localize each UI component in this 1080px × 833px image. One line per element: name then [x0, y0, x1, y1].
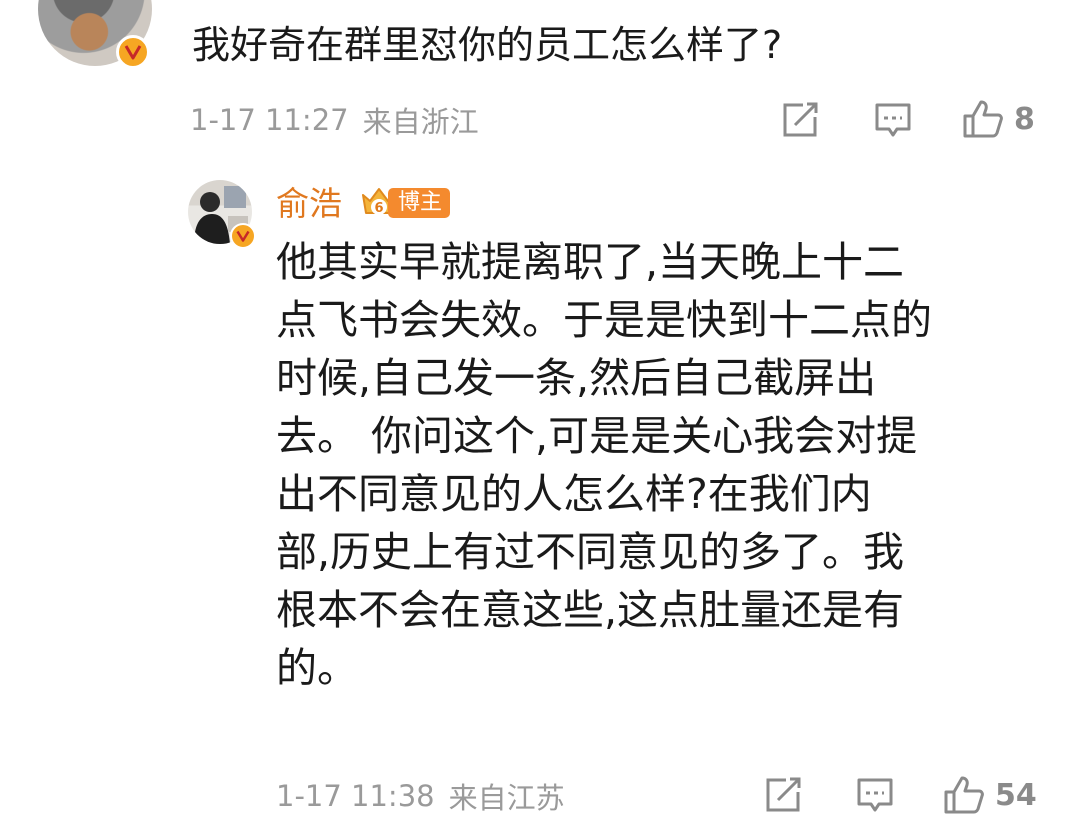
comment-text: 我好奇在群里怼你的员工怎么样了?	[192, 23, 783, 67]
thumbs-up-icon	[963, 100, 1003, 138]
reply-line: 点飞书会失效。于是是快到十二点的	[276, 296, 932, 344]
comment-button[interactable]	[873, 101, 913, 141]
reply-line: 他其实早就提离职了,当天晚上十二	[276, 238, 905, 286]
reply-location: 来自江苏	[448, 781, 565, 815]
reply-line: 部,历史上有过不同意见的多了。我	[276, 528, 905, 576]
share-button[interactable]	[764, 776, 804, 814]
reply-line: 出不同意见的人怎么样?在我们内	[276, 470, 872, 518]
comment-location: 来自浙江	[362, 105, 479, 139]
author-tag: 博主	[388, 188, 451, 218]
comment-time: 1-17 11:27	[190, 103, 349, 137]
reply-line: 时候,自己发一条,然后自己截屏出	[276, 354, 877, 402]
like-count: 8	[1014, 101, 1035, 137]
reply-line: 根本不会在意这些,这点肚量还是有	[276, 586, 905, 634]
reply-line: 的。	[276, 644, 358, 692]
share-icon	[766, 777, 801, 812]
reply-text: 他其实早就提离职了,当天晚上十二 点飞书会失效。于是是快到十二点的 时候,自己发…	[276, 233, 1036, 697]
level-number: 6	[374, 201, 383, 216]
author-name[interactable]: 俞浩	[276, 180, 342, 228]
like-button[interactable]: 54	[943, 774, 1037, 816]
like-count: 54	[995, 777, 1037, 813]
comment-icon	[875, 103, 911, 137]
reply-meta: 1-17 11:38 来自江苏	[276, 774, 565, 818]
verified-v-icon	[116, 35, 150, 69]
reply-time: 1-17 11:38	[276, 779, 435, 813]
comment-meta: 1-17 11:27 来自浙江	[190, 98, 479, 142]
verified-v-icon	[230, 223, 256, 249]
share-button[interactable]	[781, 101, 821, 139]
like-button[interactable]: 8	[962, 98, 1035, 140]
thumbs-up-icon	[944, 776, 984, 814]
reply-line: 去。 你问这个,可是是关心我会对提	[276, 412, 918, 460]
weibo-comment-thread: 我好奇在群里怼你的员工怎么样了? 1-17 11:27 来自浙江 8 俞浩 6 …	[0, 0, 1080, 833]
comment-icon	[857, 778, 893, 812]
comment-button[interactable]	[855, 776, 895, 816]
share-icon	[783, 102, 818, 137]
